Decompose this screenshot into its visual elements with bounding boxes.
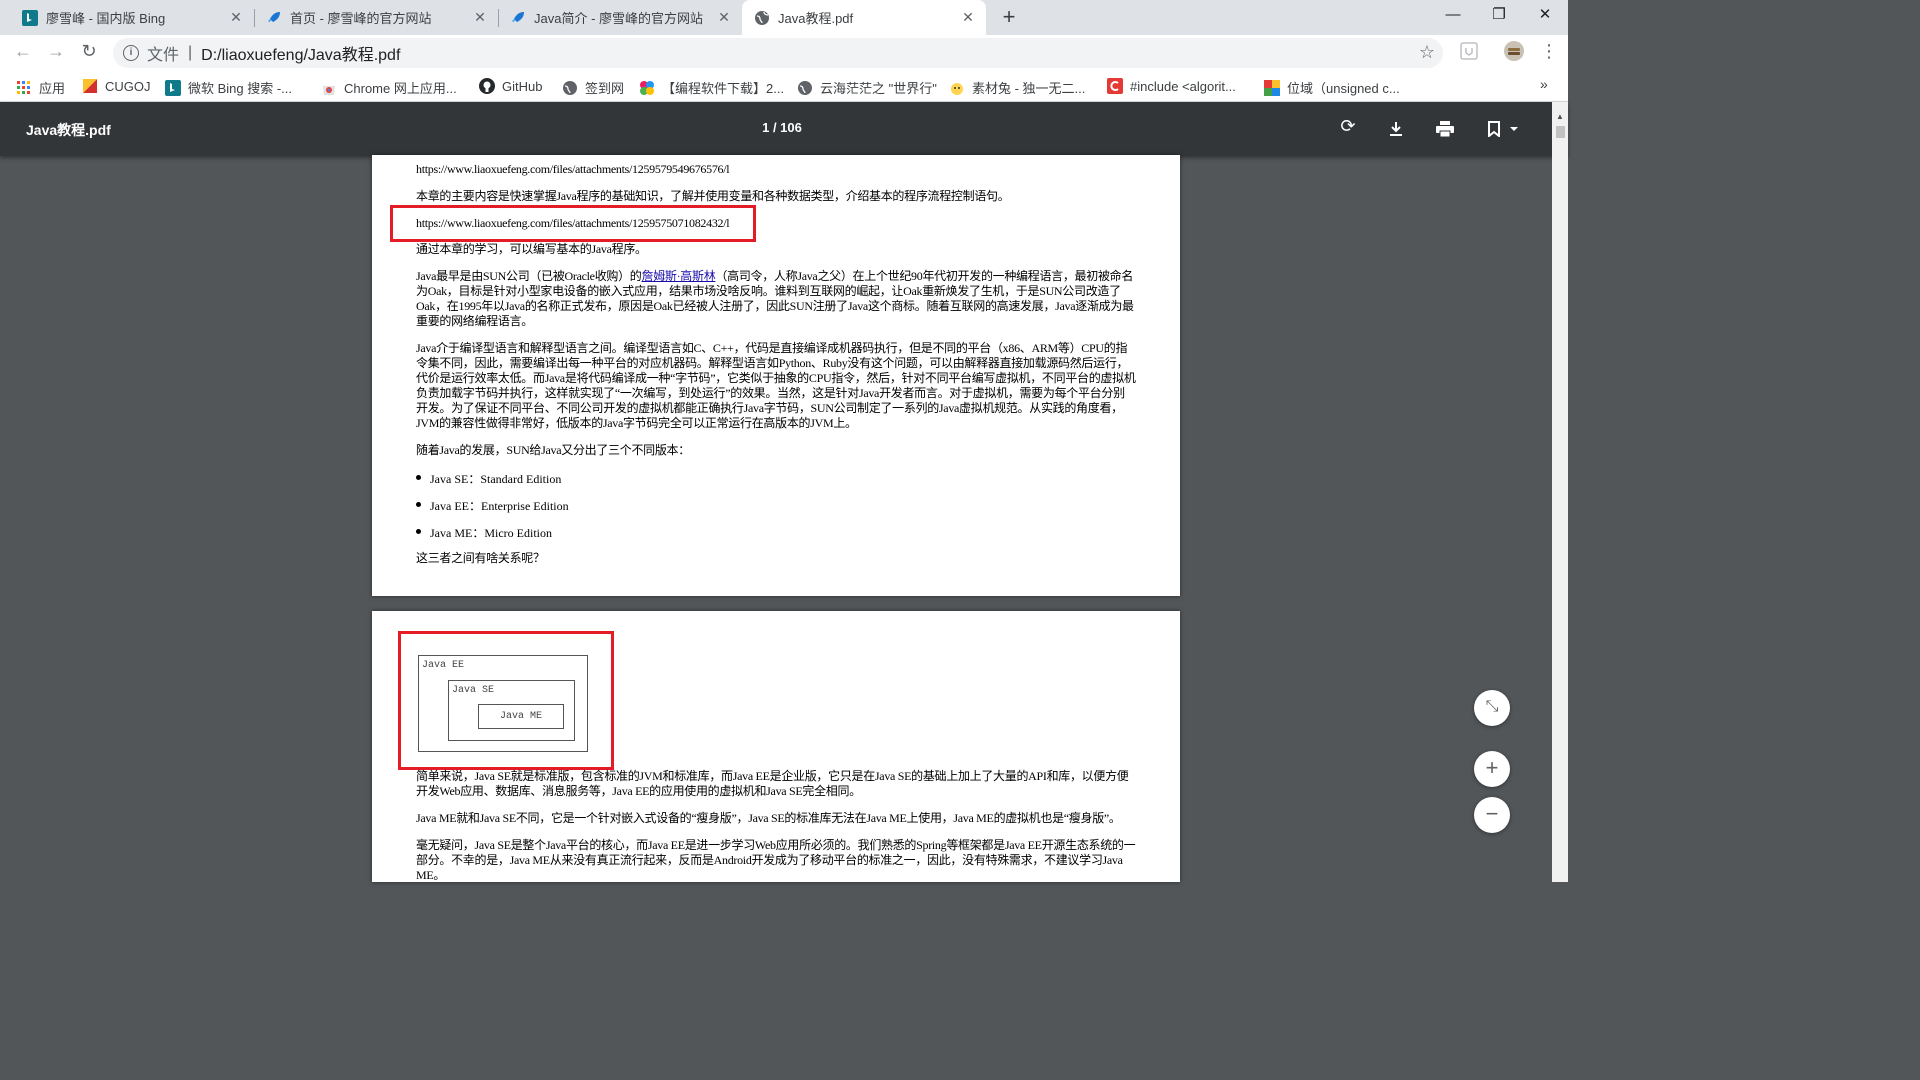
print-icon[interactable]: [1436, 121, 1454, 137]
rotate-icon[interactable]: ⟳: [1335, 116, 1361, 137]
paragraph: 这三者之间有啥关系呢？: [416, 551, 545, 565]
info-icon[interactable]: i: [123, 45, 139, 61]
bookmark-github[interactable]: GitHub: [479, 78, 542, 94]
highlight-annotation: [398, 631, 614, 770]
paragraph: 随着Java的发展，SUN给Java又分出了三个不同版本：: [416, 443, 690, 457]
paragraph: 简单来说，Java SE就是标准版，包含标准的JVM和标准库，而Java EE是…: [416, 769, 1129, 798]
github-icon: [479, 78, 495, 94]
tab-title: Java简介 - 廖雪峰的官方网站: [534, 11, 704, 26]
colorful-flower-icon: [640, 80, 654, 95]
c-logo-icon: [1107, 78, 1123, 94]
menu-kebab-icon[interactable]: ⋮: [1537, 41, 1561, 62]
page-indicator[interactable]: 1 / 106: [740, 120, 824, 135]
scroll-up-arrow[interactable]: ▲: [1556, 112, 1564, 121]
download-icon[interactable]: [1388, 121, 1404, 137]
pdf-page: https://www.liaoxuefeng.com/files/attach…: [372, 155, 1180, 596]
bookmark-software[interactable]: 【编程软件下载】2...: [639, 78, 784, 97]
zoom-in-button[interactable]: +: [1474, 751, 1510, 787]
chapter-goal: 通过本章的学习，可以编写基本的Java程序。: [416, 242, 647, 256]
paragraph: Java介于编译型语言和解释型语言之间。编译型语言如C、C++，代码是直接编译成…: [416, 341, 1136, 430]
tab-title: 首页 - 廖雪峰的官方网站: [290, 11, 432, 26]
bookmark-apps[interactable]: 应用: [16, 78, 65, 97]
chapter-intro: 本章的主要内容是快速掌握Java程序的基础知识，了解并使用变量和各种数据类型，介…: [416, 189, 1010, 203]
paragraph: 毫无疑问，Java SE是整个Java平台的核心，而Java EE是进一步学习W…: [416, 838, 1136, 882]
bookmark-bitfield[interactable]: 位域（unsigned c...: [1264, 78, 1400, 97]
close-icon[interactable]: ✕: [712, 9, 736, 26]
list-item: Java SE：Standard Edition: [415, 472, 562, 486]
tab-strip: 廖雪峰 - 国内版 Bing ✕ 首页 - 廖雪峰的官方网站 ✕ Java简介 …: [0, 0, 1568, 35]
attachment-url: https://www.liaoxuefeng.com/files/attach…: [416, 162, 730, 176]
rabbit-icon: [951, 82, 963, 95]
pixel-logo-icon: [1264, 79, 1280, 96]
close-icon[interactable]: ✕: [468, 9, 492, 26]
close-window-button[interactable]: ✕: [1522, 0, 1568, 32]
globe-icon: [755, 10, 769, 25]
list-item: Java EE：Enterprise Edition: [416, 499, 569, 513]
highlight-annotation: [390, 205, 756, 242]
tab-java-pdf[interactable]: Java教程.pdf ✕: [742, 0, 986, 35]
gosling-link[interactable]: 詹姆斯·高斯林: [642, 269, 716, 283]
bookmark-chrome-store[interactable]: Chrome 网上应用...: [321, 78, 457, 97]
restore-button[interactable]: ❐: [1476, 0, 1522, 32]
fit-page-button[interactable]: ⤡: [1474, 690, 1510, 726]
scrollbar[interactable]: [1552, 102, 1568, 882]
reload-button[interactable]: ↻: [77, 41, 101, 62]
zoom-out-button[interactable]: −: [1474, 797, 1510, 833]
bookmarks-overflow-button[interactable]: »: [1540, 76, 1548, 92]
minimize-button[interactable]: —: [1430, 0, 1476, 32]
bing-icon: [22, 9, 38, 26]
profile-avatar[interactable]: [1504, 41, 1524, 61]
tab-title: Java教程.pdf: [778, 11, 854, 26]
scroll-thumb[interactable]: [1556, 126, 1565, 138]
chrome-store-icon: [323, 85, 335, 95]
rocket-icon: [512, 11, 524, 22]
pdf-title: Java教程.pdf: [26, 122, 111, 138]
bookmark-bing[interactable]: 微软 Bing 搜索 -...: [165, 78, 292, 97]
file-scheme-label: 文件: [147, 47, 180, 64]
list-item: Java ME：Micro Edition: [416, 526, 552, 540]
bookmark-menu-icon[interactable]: [1488, 121, 1520, 137]
address-bar[interactable]: i 文件 | D:/liaoxuefeng/Java教程.pdf ☆: [113, 38, 1443, 68]
tab-java-intro[interactable]: Java简介 - 廖雪峰的官方网站 ✕: [500, 0, 742, 35]
tab-bing[interactable]: 廖雪峰 - 国内版 Bing ✕: [0, 0, 254, 35]
pdf-page: Java EE Java SE Java ME 简单来说，Java SE就是标准…: [372, 611, 1180, 882]
new-tab-button[interactable]: +: [996, 4, 1022, 30]
bookmark-cugoj[interactable]: CUGOJ: [82, 78, 151, 94]
bookmark-sucaitu[interactable]: 素材兔 - 独一无二...: [949, 78, 1085, 97]
tab-home[interactable]: 首页 - 廖雪峰的官方网站 ✕: [256, 0, 498, 35]
bookmark-include[interactable]: #include <algorit...: [1107, 78, 1236, 94]
globe-icon: [798, 80, 812, 95]
bookmark-qiandao[interactable]: 签到网: [562, 78, 624, 97]
bookmark-yunhai[interactable]: 云海茫茫之 "世界行": [797, 78, 937, 97]
forward-button[interactable]: →: [44, 41, 68, 62]
tab-title: 廖雪峰 - 国内版 Bing: [46, 11, 166, 26]
paragraph: Java ME就和Java SE不同，它是一个针对嵌入式设备的“瘦身版”，Jav…: [416, 811, 1121, 825]
apps-grid-icon: [17, 80, 30, 94]
close-icon[interactable]: ✕: [956, 9, 980, 26]
bookmark-star-icon[interactable]: ☆: [1419, 42, 1435, 63]
url-text[interactable]: D:/liaoxuefeng/Java教程.pdf: [201, 41, 400, 65]
close-icon[interactable]: ✕: [224, 9, 248, 26]
extension-icon[interactable]: [1460, 42, 1478, 60]
bookmarks-bar: 应用 CUGOJ 微软 Bing 搜索 -... Chrome 网上应用... …: [0, 70, 1568, 102]
bing-icon: [165, 79, 181, 96]
pdf-toolbar: Java教程.pdf 1 / 106 ⟳: [0, 102, 1568, 156]
paragraph: Java最早是由SUN公司（已被Oracle收购）的詹姆斯·高斯林（高司令，人称…: [416, 269, 1134, 328]
rocket-icon: [268, 11, 280, 22]
back-button[interactable]: ←: [11, 41, 35, 62]
globe-icon: [563, 80, 577, 95]
browser-toolbar: ← → ↻ i 文件 | D:/liaoxuefeng/Java教程.pdf ☆: [0, 35, 1568, 70]
cugoj-icon: [83, 79, 97, 93]
